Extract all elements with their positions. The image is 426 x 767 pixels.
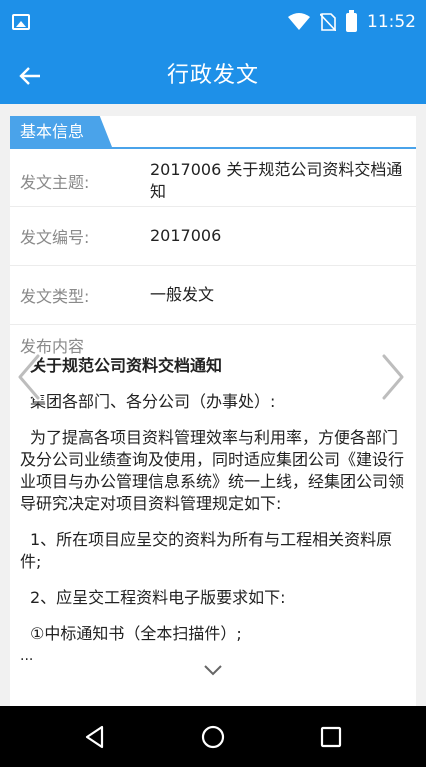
type-label: 发文类型: (20, 287, 90, 306)
image-notification-icon (12, 14, 30, 30)
nav-recents-icon[interactable] (318, 724, 344, 750)
number-value: 2017006 (150, 226, 222, 245)
type-value: 一般发文 (150, 285, 215, 304)
section-title: 基本信息 (10, 116, 112, 147)
battery-icon (346, 9, 357, 32)
nav-home-icon[interactable] (200, 724, 226, 750)
app-bar: 行政发文 (0, 48, 426, 104)
notice-paragraph: 2、应呈交工程资料电子版要求如下: (30, 588, 286, 607)
wifi-icon (288, 13, 310, 30)
notice-paragraph: 集团各部门、各分公司（办事处）: (30, 392, 276, 411)
publish-content: 关于规范公司资料交档通知 集团各部门、各分公司（办事处）: 为了提高各项目资料管… (10, 351, 416, 645)
page-title: 行政发文 (166, 63, 259, 88)
content-ellipsis: ... (20, 648, 34, 664)
status-bar: 11:52 (0, 0, 426, 48)
arrow-left-icon (19, 67, 40, 85)
nav-back-icon[interactable] (82, 724, 108, 750)
back-button[interactable] (14, 60, 46, 92)
chevron-down-icon[interactable] (201, 662, 225, 678)
number-label: 发文编号: (20, 228, 90, 247)
subject-row: 发文主题: 2017006 关于规范公司资料交档通知 (10, 149, 416, 207)
notice-paragraph: 1、所在项目应呈交的资料为所有与工程相关资料原件; (20, 530, 393, 571)
next-arrow-icon[interactable] (376, 352, 410, 402)
subject-label: 发文主题: (20, 173, 90, 192)
number-row: 发文编号: 2017006 (10, 207, 416, 266)
content-area[interactable]: 基本信息 发文主题: 2017006 关于规范公司资料交档通知 发文编号: 20… (0, 104, 426, 706)
detail-card: 基本信息 发文主题: 2017006 关于规范公司资料交档通知 发文编号: 20… (10, 116, 416, 706)
previous-arrow-icon[interactable] (12, 352, 46, 402)
status-time: 11:52 (367, 12, 416, 32)
section-header: 基本信息 (10, 116, 416, 149)
system-nav-bar (0, 706, 426, 767)
subject-value: 2017006 关于规范公司资料交档通知 (150, 160, 403, 201)
no-sim-icon (320, 13, 336, 31)
notice-paragraph: ①中标通知书（全本扫描件）; (30, 624, 242, 643)
type-row: 发文类型: 一般发文 (10, 266, 416, 325)
notice-title: 关于规范公司资料交档通知 (30, 356, 223, 375)
notice-paragraph: 为了提高各项目资料管理效率与利用率，方便各部门及分公司业绩查询及使用，同时适应集… (20, 428, 405, 513)
publish-label: 发布内容 (20, 337, 85, 356)
